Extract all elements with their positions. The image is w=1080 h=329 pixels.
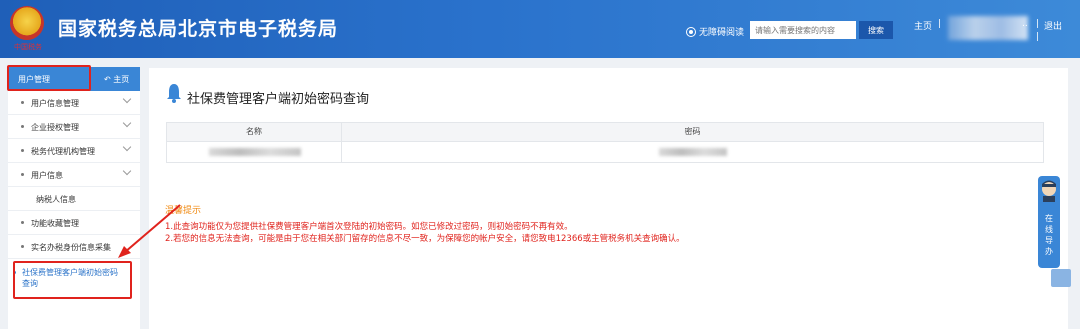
tips-title: 温馨提示	[165, 206, 202, 216]
online-guide-label: 在线导办	[1045, 214, 1053, 256]
sidebar-item-user-info[interactable]: 用户信息	[8, 163, 140, 187]
sidebar-item-tax-agency[interactable]: 税务代理机构管理	[8, 139, 140, 163]
tip-line: 1.此查询功能仅为您提供社保费管理客户端首次登陆的初始密码。如您已修改过密码，则…	[165, 222, 573, 232]
nav-separator: |	[938, 19, 942, 29]
user-name-redacted[interactable]	[948, 16, 1028, 40]
bullet-icon	[21, 125, 24, 128]
accessibility-label: 无障碍阅读	[699, 28, 745, 38]
bullet-icon	[21, 173, 24, 176]
sidebar-item-favorites[interactable]: 功能收藏管理	[8, 211, 140, 235]
accessibility-link[interactable]: 无障碍阅读	[686, 25, 744, 38]
bullet-icon	[21, 149, 24, 152]
sidebar-home-link[interactable]: ↶ 主页	[104, 74, 129, 85]
nav-separator: |	[1036, 32, 1040, 42]
sidebar-item-real-name-collection[interactable]: 实名办税身份信息采集	[8, 235, 140, 259]
logout-link[interactable]: 退出	[1044, 19, 1062, 32]
table-header-row: 名称 密码	[167, 123, 1043, 142]
cell-name-redacted	[167, 142, 342, 162]
chevron-down-icon	[122, 118, 132, 128]
sidebar-subitem-taxpayer-info[interactable]: 纳税人信息	[8, 187, 140, 211]
sidebar-item-label: 企业授权管理	[31, 123, 79, 132]
chevron-down-icon	[122, 142, 132, 152]
chevron-down-icon	[122, 94, 132, 104]
sidebar-item-label: 实名办税身份信息采集	[31, 243, 111, 252]
eye-icon	[686, 26, 696, 37]
bullet-icon	[21, 245, 24, 248]
column-header-name: 名称	[167, 123, 342, 141]
bullet-icon	[21, 101, 24, 104]
sidebar-item-label: 纳税人信息	[36, 195, 76, 204]
user-service-icon[interactable]	[1051, 269, 1071, 287]
bullet-icon	[21, 221, 24, 224]
main-panel: 社保费管理客户端初始密码查询 名称 密码 温馨提示 1.此查询功能仅为您提供社保…	[149, 68, 1068, 329]
guide-avatar-icon	[1042, 180, 1056, 202]
sidebar-item-label: 税务代理机构管理	[31, 147, 95, 156]
table-row	[167, 142, 1043, 162]
emblem-caption: 中国税务	[14, 43, 42, 51]
sidebar-item-enterprise-authorization[interactable]: 企业授权管理	[8, 115, 140, 139]
column-header-password: 密码	[684, 127, 701, 136]
chevron-down-icon	[122, 166, 132, 176]
tax-emblem-icon	[10, 6, 44, 40]
cell-password-redacted	[342, 142, 1043, 162]
sidebar-item-user-info-management[interactable]: 用户信息管理	[8, 91, 140, 115]
tip-line: 2.若您的信息无法查询，可能是由于您在相关部门留存的信息不尽一致，为保障您的帐户…	[165, 234, 685, 244]
annotation-highlight-box	[13, 261, 132, 299]
annotation-highlight-box	[7, 65, 91, 91]
bell-icon	[167, 84, 181, 103]
user-suffix: ..	[1022, 19, 1028, 29]
password-table: 名称 密码	[166, 122, 1044, 163]
sidebar-home-label: 主页	[113, 75, 130, 84]
sidebar-item-label: 功能收藏管理	[31, 219, 79, 228]
search-button[interactable]: 搜索	[859, 21, 893, 39]
page-title: 社保费管理客户端初始密码查询	[187, 92, 370, 107]
search-input[interactable]	[750, 21, 856, 39]
sidebar-item-label: 用户信息管理	[31, 99, 79, 108]
nav-separator: |	[1036, 19, 1040, 29]
home-link[interactable]: 主页	[914, 19, 932, 32]
sidebar-item-label: 用户信息	[31, 171, 63, 180]
top-header: 中国税务 国家税务总局北京市电子税务局 无障碍阅读 搜索 主页 | .. | |…	[0, 0, 1080, 58]
site-title: 国家税务总局北京市电子税务局	[58, 18, 339, 40]
